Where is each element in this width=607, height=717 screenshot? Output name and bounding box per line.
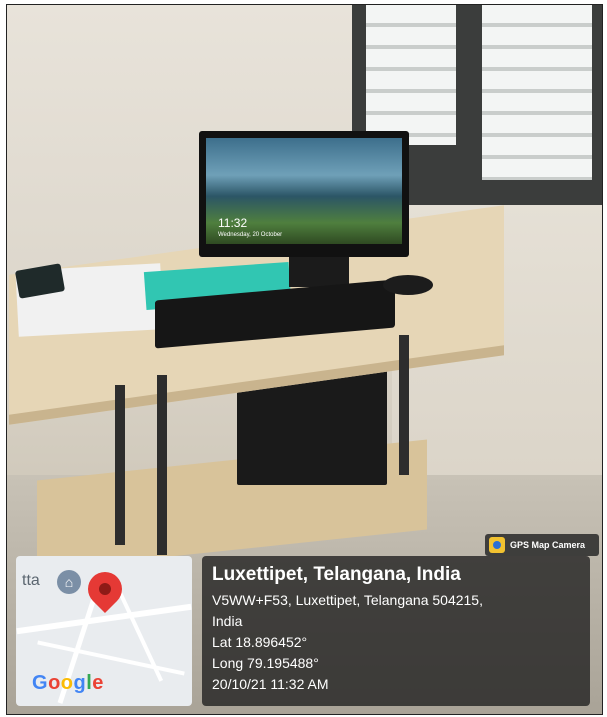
lock-screen-time: 11:32 bbox=[218, 216, 248, 230]
map-road bbox=[37, 640, 185, 676]
mouse bbox=[383, 275, 433, 295]
google-letter: o bbox=[48, 672, 61, 694]
desk-leg bbox=[399, 335, 409, 475]
location-title: Luxettipet, Telangana, India bbox=[212, 564, 461, 585]
desk-leg bbox=[115, 385, 125, 545]
google-logo: Google bbox=[32, 672, 104, 695]
gps-map-camera-badge: GPS Map Camera bbox=[485, 534, 599, 556]
monitor: 11:32 Wednesday, 20 October bbox=[199, 131, 409, 257]
gps-badge-label: GPS Map Camera bbox=[510, 540, 586, 550]
address-line-2: India bbox=[212, 613, 243, 629]
longitude: Long 79.195488° bbox=[212, 655, 319, 671]
landmark-icon: ⌂ bbox=[57, 570, 81, 594]
google-letter: G bbox=[32, 672, 49, 694]
mini-map: tta ⌂ Google bbox=[16, 556, 192, 706]
location-info-panel: Luxettipet, Telangana, India V5WW+F53, L… bbox=[202, 556, 590, 706]
monitor-stand bbox=[289, 257, 349, 287]
google-letter: e bbox=[92, 672, 104, 694]
window-pane bbox=[366, 5, 456, 145]
google-letter: o bbox=[60, 672, 74, 694]
address-line-1: V5WW+F53, Luxettipet, Telangana 504215, bbox=[212, 592, 483, 608]
timestamp: 20/10/21 11:32 AM bbox=[212, 676, 329, 692]
camera-app-icon bbox=[489, 537, 505, 553]
window-pane bbox=[482, 5, 592, 180]
monitor-screen: 11:32 Wednesday, 20 October bbox=[206, 138, 402, 244]
map-place-label: tta bbox=[22, 572, 40, 589]
google-letter: g bbox=[73, 672, 87, 694]
latitude: Lat 18.896452° bbox=[212, 634, 308, 650]
desk-leg bbox=[157, 375, 167, 555]
lock-screen-date: Wednesday, 20 October bbox=[218, 232, 283, 238]
